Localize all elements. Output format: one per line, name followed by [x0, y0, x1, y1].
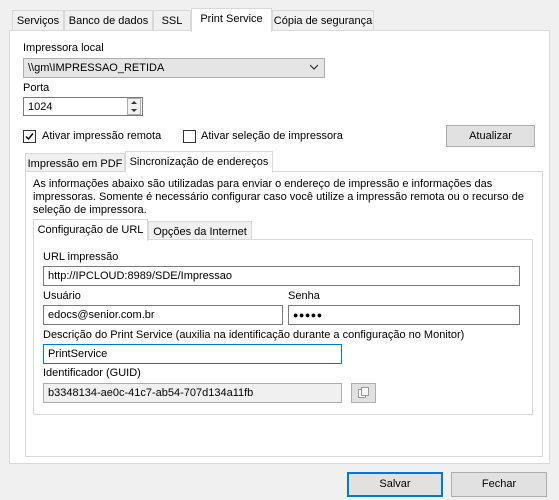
guid-input[interactable]: b3348134-ae0c-41c7-ab54-707d134a11fb: [43, 383, 342, 403]
check-icon: [25, 133, 34, 141]
service-description-value: PrintService: [48, 348, 108, 360]
printer-label: Impressora local: [23, 42, 104, 54]
tab-ssl[interactable]: SSL: [153, 10, 191, 30]
tab-sincronizacao-de-enderecos[interactable]: Sincronização de endereços: [125, 151, 273, 173]
remote-print-checkbox[interactable]: [23, 130, 36, 143]
printer-select[interactable]: \\gm\IMPRESSAO_RETIDA: [23, 58, 325, 78]
close-button[interactable]: Fechar: [451, 472, 547, 497]
port-label: Porta: [23, 82, 50, 94]
guid-value: b3348134-ae0c-41c7-ab54-707d134a11fb: [48, 387, 254, 399]
user-input[interactable]: edocs@senior.com.br: [43, 305, 283, 325]
tab-servicos[interactable]: Serviços: [12, 10, 64, 30]
copy-guid-button[interactable]: [351, 383, 376, 403]
sync-description: As informações abaixo são utilizadas par…: [33, 178, 524, 216]
service-description-label: Descrição do Print Service (auxilia na i…: [43, 329, 465, 341]
user-label: Usuário: [43, 290, 81, 302]
tab-copia-de-seguranca[interactable]: Cópia de segurança: [272, 10, 374, 30]
save-button-label: Salvar: [379, 478, 411, 490]
tab-print-service[interactable]: Print Service: [191, 8, 272, 32]
printer-select-value: \\gm\IMPRESSAO_RETIDA: [28, 62, 165, 74]
password-value: ●●●●●: [293, 310, 323, 320]
tab-opcoes-da-internet[interactable]: Opções da Internet: [148, 221, 252, 241]
url-input[interactable]: http://IPCLOUD:8989/SDE/Impressao: [43, 266, 520, 286]
url-label: URL impressão: [43, 251, 119, 263]
save-button[interactable]: Salvar: [347, 472, 443, 497]
url-value: http://IPCLOUD:8989/SDE/Impressao: [48, 270, 233, 282]
port-input[interactable]: 1024: [23, 97, 143, 116]
guid-label: Identificador (GUID): [43, 367, 141, 379]
user-value: edocs@senior.com.br: [48, 309, 155, 321]
printer-selection-label: Ativar seleção de impressora: [201, 130, 343, 142]
tab-configuracao-de-url[interactable]: Configuração de URL: [33, 219, 148, 241]
service-description-input[interactable]: PrintService: [43, 344, 342, 364]
update-button[interactable]: Atualizar: [446, 125, 535, 147]
tab-banco-de-dados[interactable]: Banco de dados: [64, 10, 153, 30]
copy-icon: [358, 387, 369, 398]
chevron-down-icon: [310, 64, 318, 70]
update-button-label: Atualizar: [469, 130, 512, 142]
password-input[interactable]: ●●●●●: [288, 305, 520, 325]
port-stepper[interactable]: [127, 98, 141, 115]
tab-impressao-em-pdf[interactable]: Impressão em PDF: [25, 153, 125, 173]
stepper-down-icon[interactable]: [128, 107, 140, 114]
port-value: 1024: [28, 101, 53, 113]
password-label: Senha: [288, 290, 320, 302]
stepper-up-icon[interactable]: [128, 99, 140, 106]
remote-print-label: Ativar impressão remota: [42, 130, 162, 142]
printer-selection-checkbox[interactable]: [183, 130, 196, 143]
close-button-label: Fechar: [481, 478, 517, 490]
